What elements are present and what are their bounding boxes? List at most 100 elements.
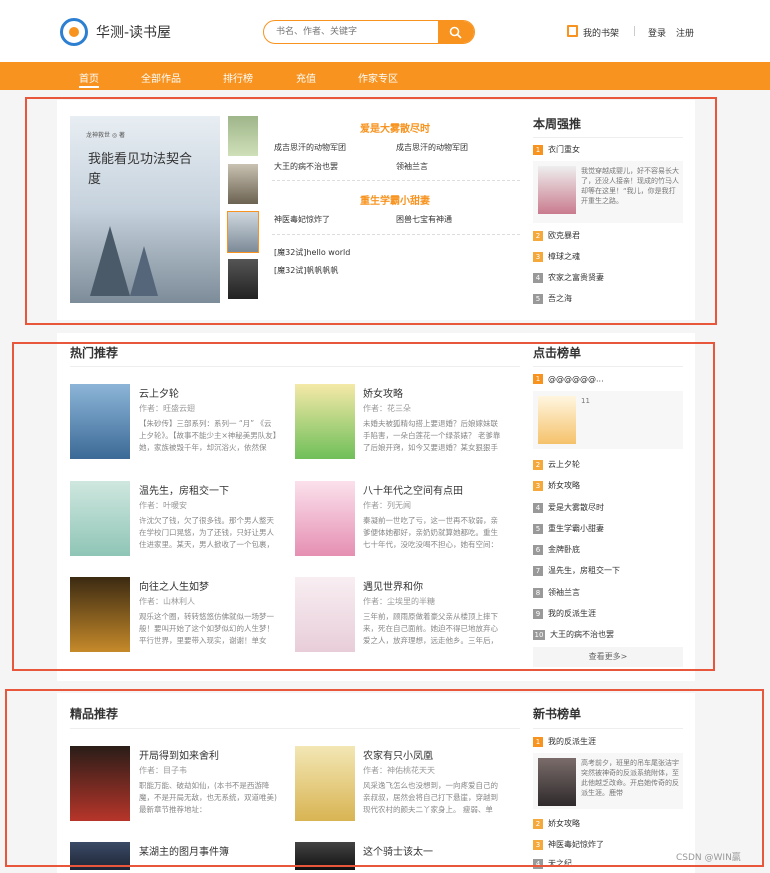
rec-link[interactable]: 领袖兰言 (396, 161, 428, 172)
book-cover[interactable] (295, 384, 355, 459)
header: 华测-读书屋 我的书架 登录 注册 (0, 0, 770, 62)
book-cover[interactable] (295, 746, 355, 821)
cover-art (90, 226, 130, 296)
book-cover (538, 758, 576, 806)
divider (533, 728, 683, 729)
rec-headline-1[interactable]: 爱是大雾散尽时 (360, 120, 430, 135)
book-cover[interactable] (70, 384, 130, 459)
weekly-item[interactable]: 4 农家之富贵贤妻 (533, 272, 604, 286)
weekly-feature[interactable]: 我觉穿越成婴儿，好不容易长大了，还没人接亲！现成的竹马人却等在这里！“我儿，你是… (533, 161, 683, 223)
click-rank-item[interactable]: 4 爱是大雾散尽时 (533, 502, 604, 516)
book-author: 作者：尘埃里的半糖 (363, 597, 435, 606)
site-name[interactable]: 华测-读书屋 (96, 22, 171, 42)
book-title[interactable]: 遇见世界和你 (363, 578, 423, 593)
rec-link[interactable]: [魔32试]帆帆帆帆 (274, 265, 338, 276)
rec-link[interactable]: 成吉思汗的动物军团 (396, 142, 468, 153)
book-cover[interactable] (295, 577, 355, 652)
search-button[interactable] (438, 21, 474, 43)
book-desc: 高考前夕，班里的吊车尾张洁宇突然被神奇的反派系统附体，至此他越乏改命。开启她传奇… (581, 759, 679, 797)
rec-link[interactable]: 成吉思汗的动物军团 (274, 142, 346, 153)
book-cover[interactable] (70, 746, 130, 821)
search-box (263, 20, 475, 44)
nav-rankings[interactable]: 排行榜 (223, 70, 253, 85)
book-author: 作者：列无闻 (363, 501, 411, 510)
book-title[interactable]: 云上夕轮 (139, 385, 179, 400)
featured-book-cover[interactable]: 龙神救世 ◎ 著 我能看见功法契合度 (70, 116, 220, 303)
watermark: CSDN @WIN赢 (676, 853, 741, 863)
rec-link[interactable]: [魔32试]hello world (274, 247, 350, 258)
book-author: 作者：山林利人 (139, 597, 195, 606)
click-rank-item[interactable]: 10 大王的病不治也罢 (533, 629, 614, 643)
rec-link[interactable]: 神医毒妃惊炸了 (274, 214, 330, 225)
click-rank-item[interactable]: 3 娇女攻略 (533, 480, 580, 494)
book-author: 作者：目子韦 (139, 766, 187, 775)
divider (533, 366, 683, 367)
book-title[interactable]: 农家有只小凤凰 (363, 747, 433, 762)
feature-count: 11 (581, 397, 590, 405)
carousel-thumb[interactable] (228, 116, 258, 156)
book-title[interactable]: 某湖主的图月事件簿 (139, 843, 229, 858)
book-cover[interactable] (295, 842, 355, 870)
logo-icon[interactable] (60, 18, 88, 46)
weekly-item[interactable]: 5 吾之海 (533, 293, 572, 307)
login-link[interactable]: 登录 (648, 26, 666, 39)
click-rank-feature[interactable]: 11 (533, 391, 683, 449)
book-desc: 未婚夫被狐精勾搭上要退婚？后娘嫁妹联手陷害，一朵白莲花一个绿茶婊？ 老爹靠了后娘… (363, 419, 501, 452)
weekly-item[interactable]: 1 衣门重女 (533, 144, 580, 158)
click-rank-item[interactable]: 2 云上夕轮 (533, 459, 580, 473)
new-rank-title: 新书榜单 (533, 707, 582, 721)
book-cover[interactable] (70, 481, 130, 556)
register-link[interactable]: 注册 (676, 26, 694, 39)
click-rank-item[interactable]: 5 重生学霸小甜妻 (533, 523, 604, 537)
book-cover[interactable] (70, 577, 130, 652)
cover-title: 我能看见功法契合度 (88, 152, 193, 187)
rec-headline-2[interactable]: 重生学霸小甜妻 (360, 192, 430, 207)
book-author: 作者：神佑桃花天天 (363, 766, 435, 775)
click-rank-item[interactable]: 9 我的反派生涯 (533, 608, 596, 622)
rec-link[interactable]: 困兽七宝有神通 (396, 214, 452, 225)
divider (533, 137, 683, 138)
divider (272, 234, 520, 235)
new-rank-item[interactable]: 3 神医毒妃惊炸了 (533, 839, 604, 853)
new-rank-item[interactable]: 1 我的反派生涯 (533, 736, 596, 750)
click-rank-item[interactable]: 1 @@@@@@... (533, 374, 604, 388)
book-author: 作者：旺盛云翅 (139, 404, 195, 413)
book-title[interactable]: 这个骑士该太一 (363, 843, 433, 858)
book-title[interactable]: 八十年代之空间有点田 (363, 482, 463, 497)
book-cover[interactable] (295, 481, 355, 556)
featured-section-title: 精品推荐 (70, 707, 119, 721)
book-cover[interactable] (70, 842, 130, 870)
divider (70, 366, 520, 367)
view-more-button[interactable]: 查看更多> (533, 647, 683, 667)
click-rank-title: 点击榜单 (533, 346, 582, 360)
book-title[interactable]: 向往之人生如梦 (139, 578, 209, 593)
my-bookshelf-link[interactable]: 我的书架 (583, 26, 619, 39)
book-title[interactable]: 娇女攻略 (363, 385, 403, 400)
book-title[interactable]: 开局得到如来舍利 (139, 747, 219, 762)
rec-link[interactable]: 大王的病不治也罢 (274, 161, 338, 172)
nav-all-works[interactable]: 全部作品 (141, 70, 181, 85)
weekly-item[interactable]: 3 樟球之魂 (533, 251, 580, 265)
divider (272, 180, 520, 181)
search-input[interactable] (274, 23, 434, 41)
cover-author: 龙神救世 ◎ 著 (86, 132, 126, 139)
cover-art (130, 246, 158, 296)
weekly-item[interactable]: 2 欧克暴君 (533, 230, 580, 244)
book-cover (538, 396, 576, 444)
carousel-thumb-selected[interactable] (227, 211, 259, 253)
bookshelf-icon[interactable] (567, 25, 578, 37)
weekly-title: 本周强推 (533, 117, 582, 131)
book-cover (538, 166, 576, 214)
carousel-thumb[interactable] (228, 164, 258, 204)
click-rank-item[interactable]: 7 温先生，房租交一下 (533, 565, 620, 579)
click-rank-item[interactable]: 8 领袖兰言 (533, 587, 580, 601)
main-nav: 首页 全部作品 排行榜 充值 作家专区 (0, 62, 770, 90)
new-rank-feature[interactable]: 高考前夕，班里的吊车尾张洁宇突然被神奇的反派系统附体，至此他越乏改命。开启她传奇… (533, 753, 683, 809)
nav-recharge[interactable]: 充值 (296, 70, 316, 85)
carousel-thumb[interactable] (228, 259, 258, 299)
book-title[interactable]: 温先生，房租交一下 (139, 482, 229, 497)
click-rank-item[interactable]: 6 金牌卧底 (533, 544, 580, 558)
nav-author-zone[interactable]: 作家专区 (358, 70, 398, 85)
new-rank-item[interactable]: 2 娇女攻略 (533, 818, 580, 832)
nav-home[interactable]: 首页 (79, 70, 99, 88)
